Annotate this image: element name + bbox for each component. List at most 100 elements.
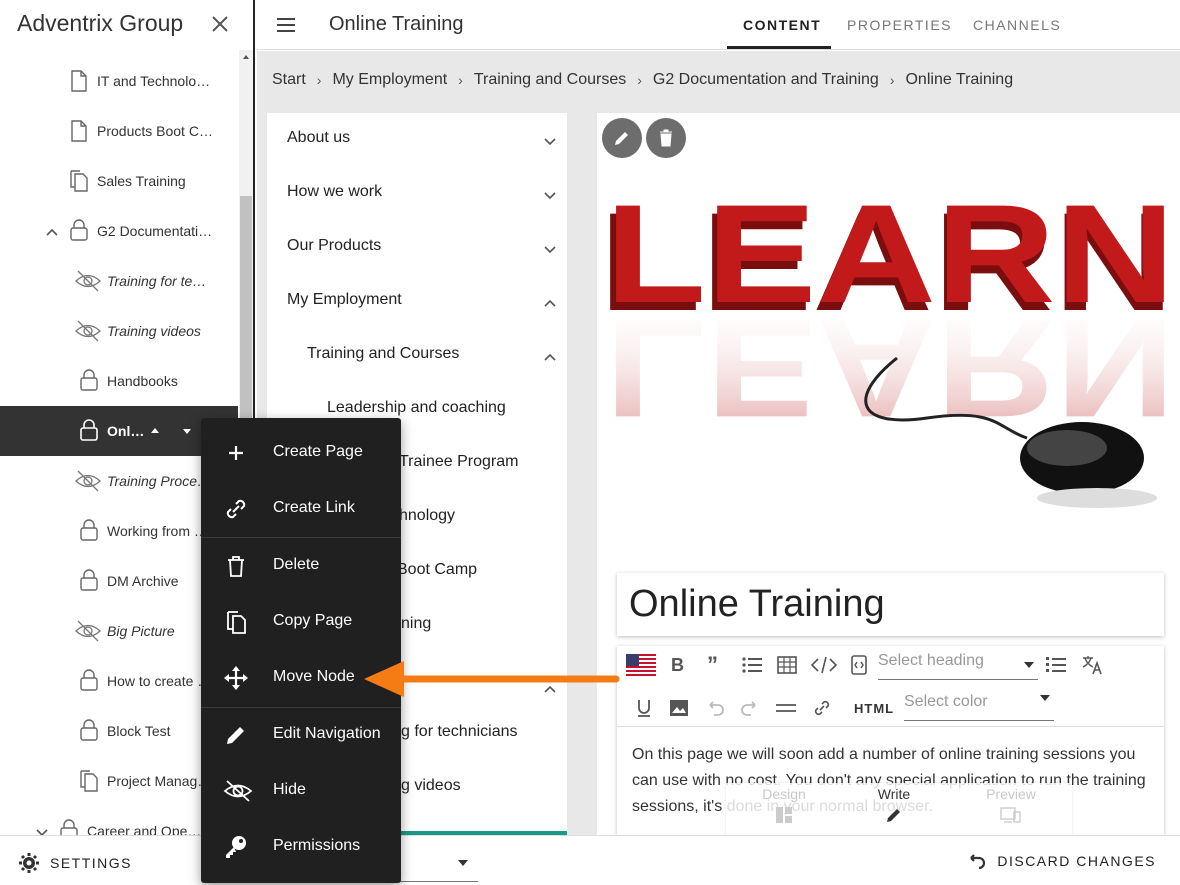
nav-item-label: Leadership and coaching (327, 399, 506, 416)
chevron-up-icon[interactable] (45, 225, 59, 239)
chevron-down-icon[interactable] (543, 242, 557, 256)
nav-item-label: ning (401, 615, 432, 632)
page-icon (66, 68, 92, 94)
horizontal-rule-icon[interactable] (775, 698, 797, 720)
tree-item[interactable]: Training videos (0, 306, 238, 356)
discard-changes-button[interactable]: DISCARD CHANGES (965, 852, 1156, 870)
nav-item[interactable]: My Employment (267, 275, 567, 329)
create-page-menu-item[interactable]: Create Page (201, 425, 401, 481)
tree-item[interactable]: Sales Training (0, 156, 238, 206)
close-icon[interactable] (208, 12, 232, 36)
undo-icon (970, 854, 986, 870)
chevron-down-icon[interactable] (35, 825, 49, 835)
tab-properties[interactable]: PROPERTIES (847, 17, 952, 33)
move-down-arrow-icon[interactable] (180, 424, 194, 438)
breadcrumb-item[interactable]: Start (272, 71, 306, 89)
page-heading[interactable]: Online Training (629, 583, 885, 626)
menu-item-label: Edit Navigation (273, 725, 381, 742)
breadcrumb-item[interactable]: My Employment (332, 71, 447, 89)
plus-icon (223, 440, 249, 466)
delete-block-button[interactable] (646, 118, 686, 158)
tree-item-label: Handbooks (107, 373, 178, 389)
edit-navigation-menu-item[interactable]: Edit Navigation (201, 707, 401, 763)
devices-icon (1000, 807, 1021, 823)
menu-item-label: Create Page (273, 443, 363, 460)
underline-icon[interactable] (634, 698, 656, 720)
heading-select-placeholder: Select heading (878, 652, 984, 669)
tree-item[interactable]: Training for te… (0, 256, 238, 306)
table-icon[interactable] (776, 655, 798, 677)
quote-icon[interactable]: ” (707, 652, 729, 677)
redo-icon[interactable] (739, 698, 761, 720)
tree-item[interactable]: Handbooks (0, 356, 238, 406)
tree-item-label: Sales Training (97, 173, 186, 189)
numbered-list-icon[interactable] (1045, 655, 1067, 677)
heading-select[interactable]: Select heading (878, 652, 1038, 680)
embed-icon[interactable] (849, 654, 871, 676)
tree-item-label: IT and Technolo… (97, 73, 211, 89)
menu-item-label: Move Node (273, 668, 355, 685)
copy-page-menu-item[interactable]: Copy Page (201, 594, 401, 650)
menu-item-label: Delete (273, 556, 320, 573)
mode-preview-button[interactable]: Preview (971, 786, 1051, 824)
hidden-eye-icon (74, 268, 101, 294)
mode-write-button[interactable]: Write (854, 786, 934, 824)
link-icon[interactable] (812, 698, 834, 720)
chevron-up-icon[interactable] (543, 350, 557, 364)
chevron-down-icon[interactable] (543, 188, 557, 202)
hide-menu-item[interactable]: Hide (201, 763, 401, 819)
us-flag-language-icon[interactable] (626, 654, 656, 676)
language-select[interactable] (400, 844, 478, 882)
chevron-up-icon[interactable] (543, 296, 557, 310)
edit-block-button[interactable] (602, 118, 642, 158)
translate-icon[interactable] (1081, 654, 1105, 676)
settings-button[interactable]: SETTINGS (18, 852, 132, 874)
image-icon[interactable] (669, 698, 691, 720)
tree-item[interactable]: IT and Technolo… (0, 56, 238, 106)
delete-menu-item[interactable]: Delete (201, 538, 401, 594)
hidden-eye-icon (74, 618, 101, 644)
discard-label: DISCARD CHANGES (997, 853, 1156, 869)
scroll-up-arrow-icon[interactable] (241, 52, 251, 62)
key-icon (223, 834, 249, 860)
bold-icon[interactable]: B (671, 655, 693, 677)
nav-item-label: g videos (401, 777, 461, 794)
breadcrumb-item[interactable]: Training and Courses (474, 71, 626, 89)
bullet-list-icon[interactable] (741, 655, 763, 677)
tab-content[interactable]: CONTENT (743, 17, 821, 33)
page-icon (66, 118, 92, 144)
hidden-eye-icon (223, 778, 253, 804)
tree-item-expanded[interactable]: G2 Documentati… (0, 206, 238, 256)
move-up-arrow-icon[interactable] (148, 424, 162, 438)
tree-item-label: Training for te… (107, 273, 207, 289)
create-link-menu-item[interactable]: Create Link (201, 481, 401, 537)
mode-design-button[interactable]: Design (744, 786, 824, 824)
color-select-placeholder: Select color (904, 693, 988, 710)
copy-page-icon (76, 768, 102, 794)
trash-icon (223, 553, 249, 579)
page-title: Online Training (329, 13, 464, 35)
lock-icon (76, 517, 102, 543)
nav-item[interactable]: How we work (267, 167, 567, 221)
nav-item-label: About us (287, 129, 351, 146)
color-select[interactable]: Select color (904, 693, 1054, 721)
html-mode-button[interactable]: HTML (854, 701, 894, 716)
gear-icon (19, 853, 39, 873)
tab-channels[interactable]: CHANNELS (973, 17, 1061, 33)
hamburger-menu-icon[interactable] (275, 14, 297, 36)
editor-mode-switch: Design Write Preview (726, 783, 1072, 835)
tree-item[interactable]: Products Boot C… (0, 106, 238, 156)
title-block[interactable]: Online Training (617, 573, 1164, 636)
nav-item[interactable]: Our Products (267, 221, 567, 275)
chevron-down-icon[interactable] (543, 134, 557, 148)
code-icon[interactable] (810, 655, 838, 677)
nav-item[interactable]: Training and Courses (267, 329, 567, 383)
undo-icon[interactable] (704, 698, 726, 720)
dropdown-arrow-icon (1040, 695, 1050, 701)
permissions-menu-item[interactable]: Permissions (201, 819, 401, 875)
pencil-icon (223, 722, 249, 748)
lock-icon (56, 817, 82, 835)
nav-item[interactable]: About us (267, 113, 567, 167)
sidebar-scroll-thumb[interactable] (240, 196, 252, 456)
breadcrumb-item[interactable]: G2 Documentation and Training (653, 71, 879, 89)
